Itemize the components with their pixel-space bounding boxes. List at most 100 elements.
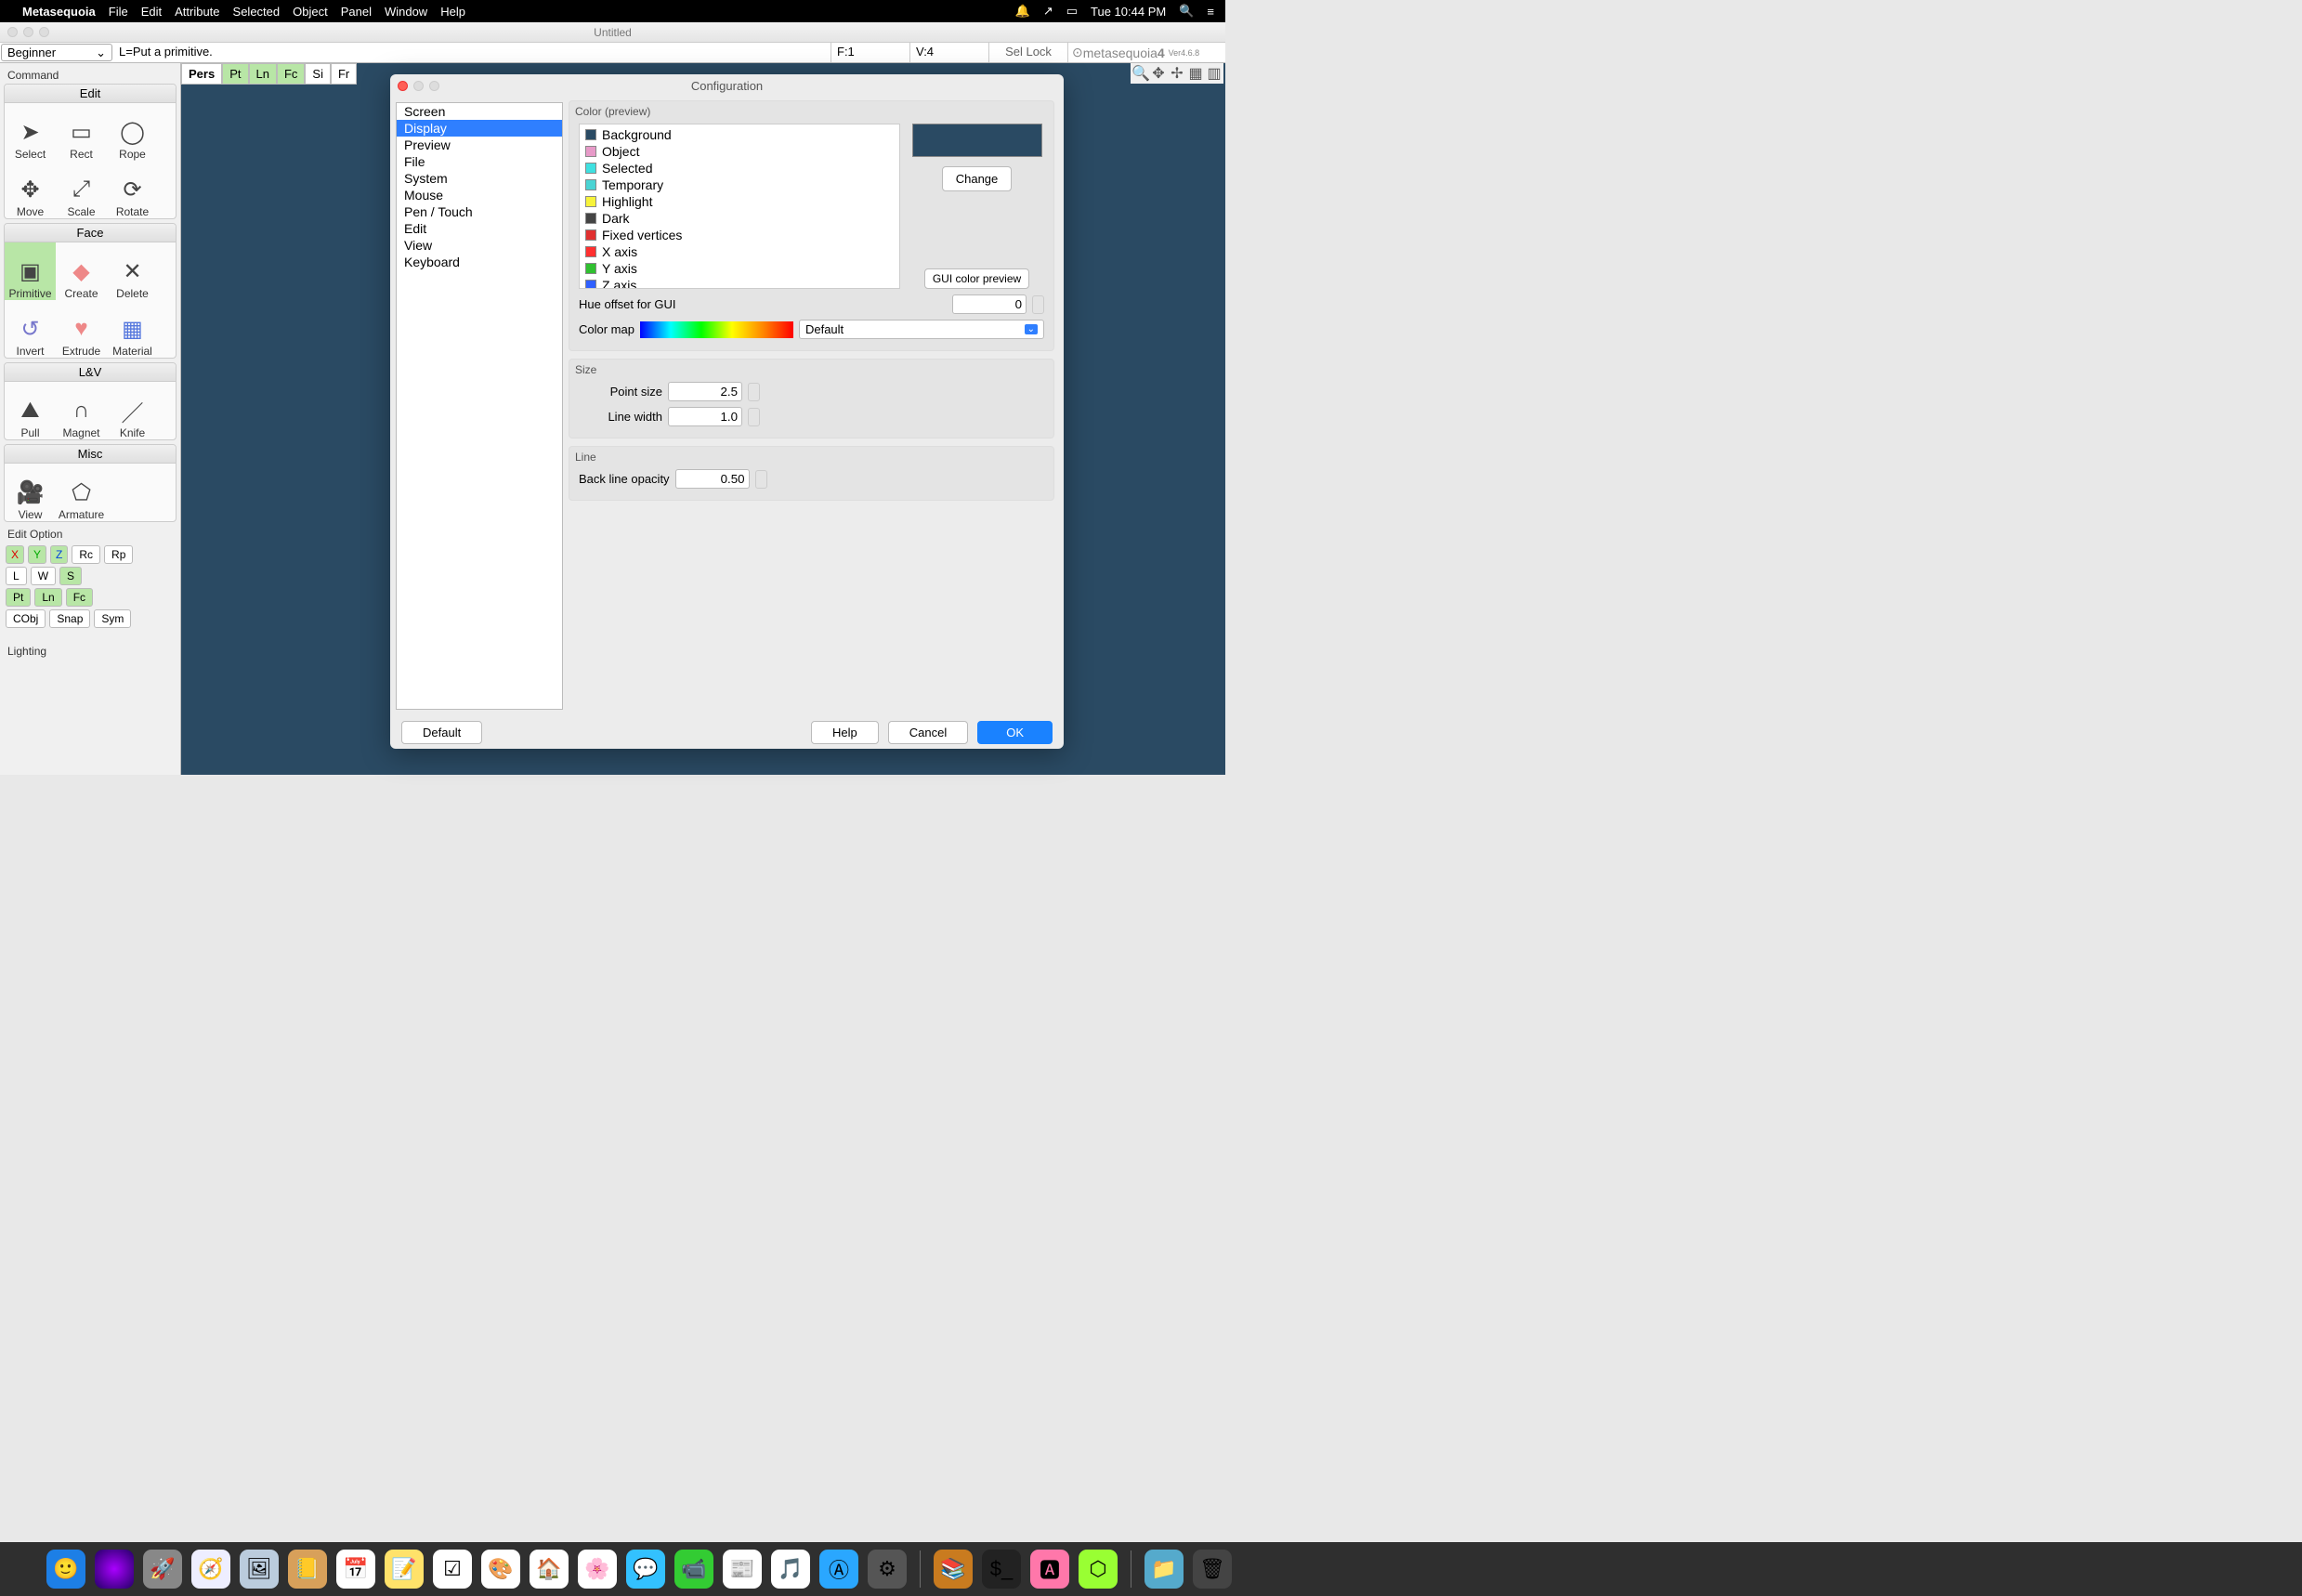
dock-contacts[interactable]: 📒 — [288, 1550, 327, 1589]
tool-rotate[interactable]: ⟳Rotate — [107, 161, 158, 218]
dock-metasequoia[interactable]: ⬡ — [1079, 1550, 1118, 1589]
dock-launchpad[interactable]: 🚀 — [143, 1550, 182, 1589]
tool-knife[interactable]: ／Knife — [107, 382, 158, 439]
help-button[interactable]: Help — [811, 721, 879, 744]
viewtab-pers[interactable]: Pers — [181, 63, 222, 85]
dock-siri[interactable] — [95, 1550, 134, 1589]
app-menu[interactable]: Metasequoia — [22, 5, 96, 19]
nav-preview[interactable]: Preview — [397, 137, 562, 153]
orbit-icon[interactable]: ✢ — [1169, 64, 1185, 83]
stepper-icon[interactable] — [748, 383, 760, 401]
dock-app[interactable]: 📚 — [934, 1550, 973, 1589]
opt-rp[interactable]: Rp — [104, 545, 133, 564]
dock-preview[interactable]: 🖼 — [240, 1550, 279, 1589]
stepper-icon[interactable] — [755, 470, 767, 489]
dock-trash[interactable]: 🗑 — [1193, 1550, 1232, 1589]
menu-panel[interactable]: Panel — [341, 5, 372, 19]
menubar-clock[interactable]: Tue 10:44 PM — [1091, 5, 1166, 19]
traffic-light-max[interactable] — [39, 27, 49, 37]
tool-magnet[interactable]: ∩Magnet — [56, 382, 107, 439]
back-line-opacity-input[interactable] — [675, 469, 750, 489]
color-item[interactable]: Y axis — [582, 260, 897, 277]
menu-object[interactable]: Object — [293, 5, 328, 19]
change-color-button[interactable]: Change — [942, 166, 1013, 191]
ok-button[interactable]: OK — [977, 721, 1053, 744]
point-size-input[interactable] — [668, 382, 742, 401]
tool-select[interactable]: ➤Select — [5, 103, 56, 161]
tool-primitive[interactable]: ▣Primitive — [5, 242, 56, 300]
opt-rc[interactable]: Rc — [72, 545, 100, 564]
opt-x[interactable]: X — [6, 545, 24, 564]
opt-sym[interactable]: Sym — [94, 609, 131, 628]
menu-file[interactable]: File — [109, 5, 128, 19]
dock-music[interactable]: 🎵 — [771, 1550, 810, 1589]
color-item[interactable]: X axis — [582, 243, 897, 260]
nav-display[interactable]: Display — [397, 120, 562, 137]
traffic-light-close[interactable] — [7, 27, 18, 37]
tool-rope[interactable]: ◯Rope — [107, 103, 158, 161]
color-map-select[interactable]: Default⌄ — [799, 320, 1044, 339]
color-item[interactable]: Background — [582, 126, 897, 143]
dock-notes[interactable]: 📝 — [385, 1550, 424, 1589]
spotlight-icon[interactable]: 🔍 — [1179, 4, 1194, 19]
palette-icon[interactable]: ▥ — [1206, 64, 1223, 83]
menu-help[interactable]: Help — [440, 5, 465, 19]
tool-scale[interactable]: ⤢Scale — [56, 161, 107, 218]
tool-create[interactable]: ◆Create — [56, 242, 107, 300]
dock-home[interactable]: 🏠 — [530, 1550, 569, 1589]
color-item[interactable]: Z axis — [582, 277, 897, 289]
dock-settings[interactable]: ⚙ — [868, 1550, 907, 1589]
default-button[interactable]: Default — [401, 721, 482, 744]
nav-edit[interactable]: Edit — [397, 220, 562, 237]
color-list[interactable]: BackgroundObjectSelectedTemporaryHighlig… — [579, 124, 900, 289]
color-item[interactable]: Selected — [582, 160, 897, 177]
menu-edit[interactable]: Edit — [141, 5, 162, 19]
dialog-min-icon[interactable] — [413, 81, 424, 91]
menu-attribute[interactable]: Attribute — [175, 5, 219, 19]
dock-downloads[interactable]: 📁 — [1144, 1550, 1184, 1589]
stepper-icon[interactable] — [1032, 295, 1044, 314]
hue-offset-input[interactable] — [952, 294, 1027, 314]
dock-messages[interactable]: 💬 — [626, 1550, 665, 1589]
line-width-input[interactable] — [668, 407, 742, 426]
tray-icon[interactable]: 🔔 — [1015, 4, 1030, 19]
opt-s[interactable]: S — [59, 567, 82, 585]
nav-screen[interactable]: Screen — [397, 103, 562, 120]
opt-z[interactable]: Z — [50, 545, 68, 564]
opt-snap[interactable]: Snap — [49, 609, 90, 628]
nav-mouse[interactable]: Mouse — [397, 187, 562, 203]
opt-y[interactable]: Y — [28, 545, 46, 564]
opt-pt[interactable]: Pt — [6, 588, 31, 607]
nav-keyboard[interactable]: Keyboard — [397, 254, 562, 270]
nav-view[interactable]: View — [397, 237, 562, 254]
cancel-button[interactable]: Cancel — [888, 721, 968, 744]
opt-l[interactable]: L — [6, 567, 27, 585]
opt-ln[interactable]: Ln — [34, 588, 61, 607]
opt-w[interactable]: W — [31, 567, 56, 585]
nav-system[interactable]: System — [397, 170, 562, 187]
tool-move[interactable]: ✥Move — [5, 161, 56, 218]
dock-reminders[interactable]: ☑ — [433, 1550, 472, 1589]
dock-finder[interactable]: 🙂 — [46, 1550, 85, 1589]
sel-lock-button[interactable]: Sel Lock — [988, 43, 1067, 62]
zoom-icon[interactable]: 🔍 — [1131, 64, 1148, 83]
color-item[interactable]: Fixed vertices — [582, 227, 897, 243]
dock-terminal[interactable]: $_ — [982, 1550, 1021, 1589]
dock-news[interactable]: 📰 — [723, 1550, 762, 1589]
tool-invert[interactable]: ↺Invert — [5, 300, 56, 358]
viewtab-pt[interactable]: Pt — [222, 63, 248, 85]
nav-pen-touch[interactable]: Pen / Touch — [397, 203, 562, 220]
tool-armature[interactable]: ⬠Armature — [56, 464, 107, 521]
traffic-light-min[interactable] — [23, 27, 33, 37]
dock-safari[interactable]: 🧭 — [191, 1550, 230, 1589]
dock-facetime[interactable]: 📹 — [674, 1550, 713, 1589]
stepper-icon[interactable] — [748, 408, 760, 426]
color-item[interactable]: Dark — [582, 210, 897, 227]
tool-delete[interactable]: ✕Delete — [107, 242, 158, 300]
layout-icon[interactable]: ▦ — [1187, 64, 1204, 83]
tool-pull[interactable]: ⛰Pull — [5, 382, 56, 439]
pan-icon[interactable]: ✥ — [1150, 64, 1167, 83]
skill-level-select[interactable]: Beginner ⌄ — [1, 44, 112, 61]
viewtab-ln[interactable]: Ln — [249, 63, 277, 85]
dialog-max-icon[interactable] — [429, 81, 439, 91]
